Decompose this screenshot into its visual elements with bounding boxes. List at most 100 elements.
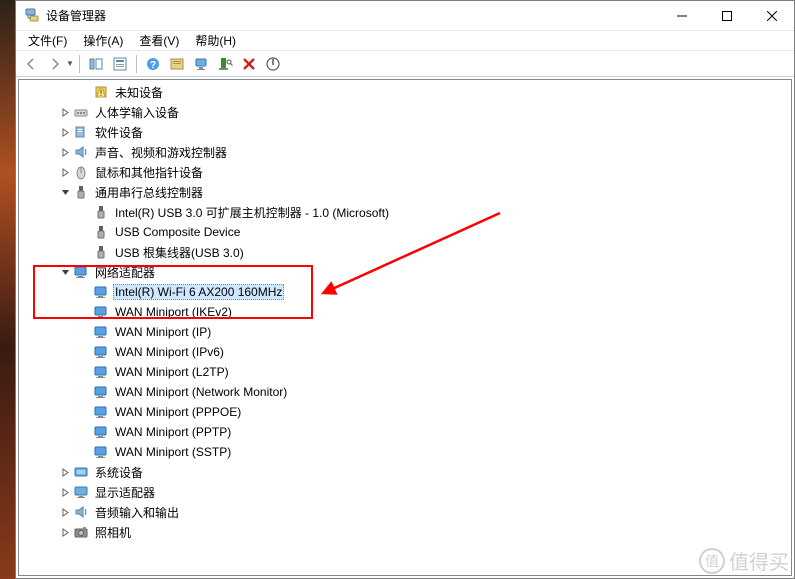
expand-icon[interactable] xyxy=(57,484,73,500)
tree-node-label: 人体学输入设备 xyxy=(93,103,181,122)
tree-node-label: WAN Miniport (IKEv2) xyxy=(113,304,234,320)
disable-button[interactable] xyxy=(262,53,284,75)
tree-node[interactable]: USB 根集线器(USB 3.0) xyxy=(19,242,791,262)
warn-icon: ! xyxy=(93,84,109,100)
device-tree[interactable]: !未知设备人体学输入设备软件设备声音、视频和游戏控制器鼠标和其他指针设备通用串行… xyxy=(19,80,791,575)
net-icon xyxy=(93,444,109,460)
net-icon xyxy=(73,264,89,280)
maximize-button[interactable] xyxy=(704,1,749,30)
tree-node[interactable]: WAN Miniport (IKEv2) xyxy=(19,302,791,322)
no-expand-icon xyxy=(77,224,93,240)
tree-node[interactable]: WAN Miniport (PPPOE) xyxy=(19,402,791,422)
update-driver-button[interactable] xyxy=(190,53,212,75)
no-expand-icon xyxy=(77,284,93,300)
sw-icon xyxy=(73,124,89,140)
minimize-button[interactable] xyxy=(659,1,704,30)
collapse-icon[interactable] xyxy=(57,184,73,200)
tree-node[interactable]: WAN Miniport (PPTP) xyxy=(19,422,791,442)
no-expand-icon xyxy=(77,244,93,260)
uninstall-button[interactable] xyxy=(238,53,260,75)
svg-text:?: ? xyxy=(150,60,156,71)
tree-node[interactable]: 人体学输入设备 xyxy=(19,102,791,122)
tree-node[interactable]: WAN Miniport (SSTP) xyxy=(19,442,791,462)
tree-node-label: 未知设备 xyxy=(113,83,165,102)
no-expand-icon xyxy=(77,304,93,320)
tree-node[interactable]: 网络适配器 xyxy=(19,262,791,282)
tree-node-label: 音频输入和输出 xyxy=(93,503,181,522)
expand-icon[interactable] xyxy=(57,104,73,120)
tree-node-label: WAN Miniport (PPPOE) xyxy=(113,404,243,420)
watermark-icon: 值 xyxy=(699,548,725,574)
tree-node[interactable]: 音频输入和输出 xyxy=(19,502,791,522)
tree-node-label: WAN Miniport (IP) xyxy=(113,324,213,340)
toolbar: ▼ ? xyxy=(16,51,794,77)
no-expand-icon xyxy=(77,84,93,100)
nav-dropdown-icon[interactable]: ▼ xyxy=(66,59,74,68)
tree-node[interactable]: 声音、视频和游戏控制器 xyxy=(19,142,791,162)
tree-node[interactable]: !未知设备 xyxy=(19,82,791,102)
net-icon xyxy=(93,364,109,380)
no-expand-icon xyxy=(77,364,93,380)
tree-node[interactable]: WAN Miniport (L2TP) xyxy=(19,362,791,382)
menu-help[interactable]: 帮助(H) xyxy=(187,30,244,51)
tree-node[interactable]: 软件设备 xyxy=(19,122,791,142)
no-expand-icon xyxy=(77,344,93,360)
tree-node-label: 鼠标和其他指针设备 xyxy=(93,163,205,182)
menu-action[interactable]: 操作(A) xyxy=(75,30,131,51)
tree-node[interactable]: USB Composite Device xyxy=(19,222,791,242)
audio-icon xyxy=(73,144,89,160)
titlebar: 设备管理器 xyxy=(16,1,794,31)
tree-node-label: 系统设备 xyxy=(93,463,145,482)
tree-node-label: 通用串行总线控制器 xyxy=(93,183,205,202)
nav-back-button[interactable] xyxy=(20,53,42,75)
expand-icon[interactable] xyxy=(57,144,73,160)
tree-node-label: 声音、视频和游戏控制器 xyxy=(93,143,229,162)
net-icon xyxy=(93,424,109,440)
tree-node[interactable]: WAN Miniport (Network Monitor) xyxy=(19,382,791,402)
tree-node-label: 显示适配器 xyxy=(93,483,157,502)
nav-forward-button[interactable] xyxy=(44,53,66,75)
tree-node-label: WAN Miniport (PPTP) xyxy=(113,424,233,440)
tree-node-label: 照相机 xyxy=(93,523,133,542)
menu-view[interactable]: 查看(V) xyxy=(131,30,187,51)
sys-icon xyxy=(73,464,89,480)
no-expand-icon xyxy=(77,324,93,340)
expand-icon[interactable] xyxy=(57,464,73,480)
net-icon xyxy=(93,344,109,360)
close-button[interactable] xyxy=(749,1,794,30)
tree-node[interactable]: 鼠标和其他指针设备 xyxy=(19,162,791,182)
show-hide-console-tree-button[interactable] xyxy=(85,53,107,75)
expand-icon[interactable] xyxy=(57,164,73,180)
mouse-icon xyxy=(73,164,89,180)
help-button[interactable]: ? xyxy=(142,53,164,75)
no-expand-icon xyxy=(77,204,93,220)
no-expand-icon xyxy=(77,384,93,400)
tree-node-label: 网络适配器 xyxy=(93,263,157,282)
menu-file[interactable]: 文件(F) xyxy=(20,30,75,51)
tree-node[interactable]: WAN Miniport (IPv6) xyxy=(19,342,791,362)
tree-node-label: USB Composite Device xyxy=(113,224,242,240)
action-button[interactable] xyxy=(166,53,188,75)
tree-node-label: Intel(R) USB 3.0 可扩展主机控制器 - 1.0 (Microso… xyxy=(113,203,391,222)
tree-node-label: WAN Miniport (L2TP) xyxy=(113,364,231,380)
scan-hardware-button[interactable] xyxy=(214,53,236,75)
expand-icon[interactable] xyxy=(57,504,73,520)
app-icon xyxy=(24,8,40,24)
tree-node[interactable]: 照相机 xyxy=(19,522,791,542)
properties-button[interactable] xyxy=(109,53,131,75)
collapse-icon[interactable] xyxy=(57,264,73,280)
tree-node[interactable]: Intel(R) USB 3.0 可扩展主机控制器 - 1.0 (Microso… xyxy=(19,202,791,222)
tree-node[interactable]: 显示适配器 xyxy=(19,482,791,502)
expand-icon[interactable] xyxy=(57,524,73,540)
tree-node-label: WAN Miniport (Network Monitor) xyxy=(113,384,289,400)
watermark-text: 值得买 xyxy=(729,546,789,575)
tree-node[interactable]: Intel(R) Wi-Fi 6 AX200 160MHz xyxy=(19,282,791,302)
tree-node[interactable]: 系统设备 xyxy=(19,462,791,482)
watermark: 值 值得买 xyxy=(699,546,789,575)
expand-icon[interactable] xyxy=(57,124,73,140)
tree-node[interactable]: WAN Miniport (IP) xyxy=(19,322,791,342)
tree-node[interactable]: 通用串行总线控制器 xyxy=(19,182,791,202)
net-icon xyxy=(93,384,109,400)
tree-node-label: WAN Miniport (IPv6) xyxy=(113,344,226,360)
device-manager-window: 设备管理器 文件(F) 操作(A) 查看(V) 帮助(H) ▼ ? !未知设备人… xyxy=(15,0,795,579)
